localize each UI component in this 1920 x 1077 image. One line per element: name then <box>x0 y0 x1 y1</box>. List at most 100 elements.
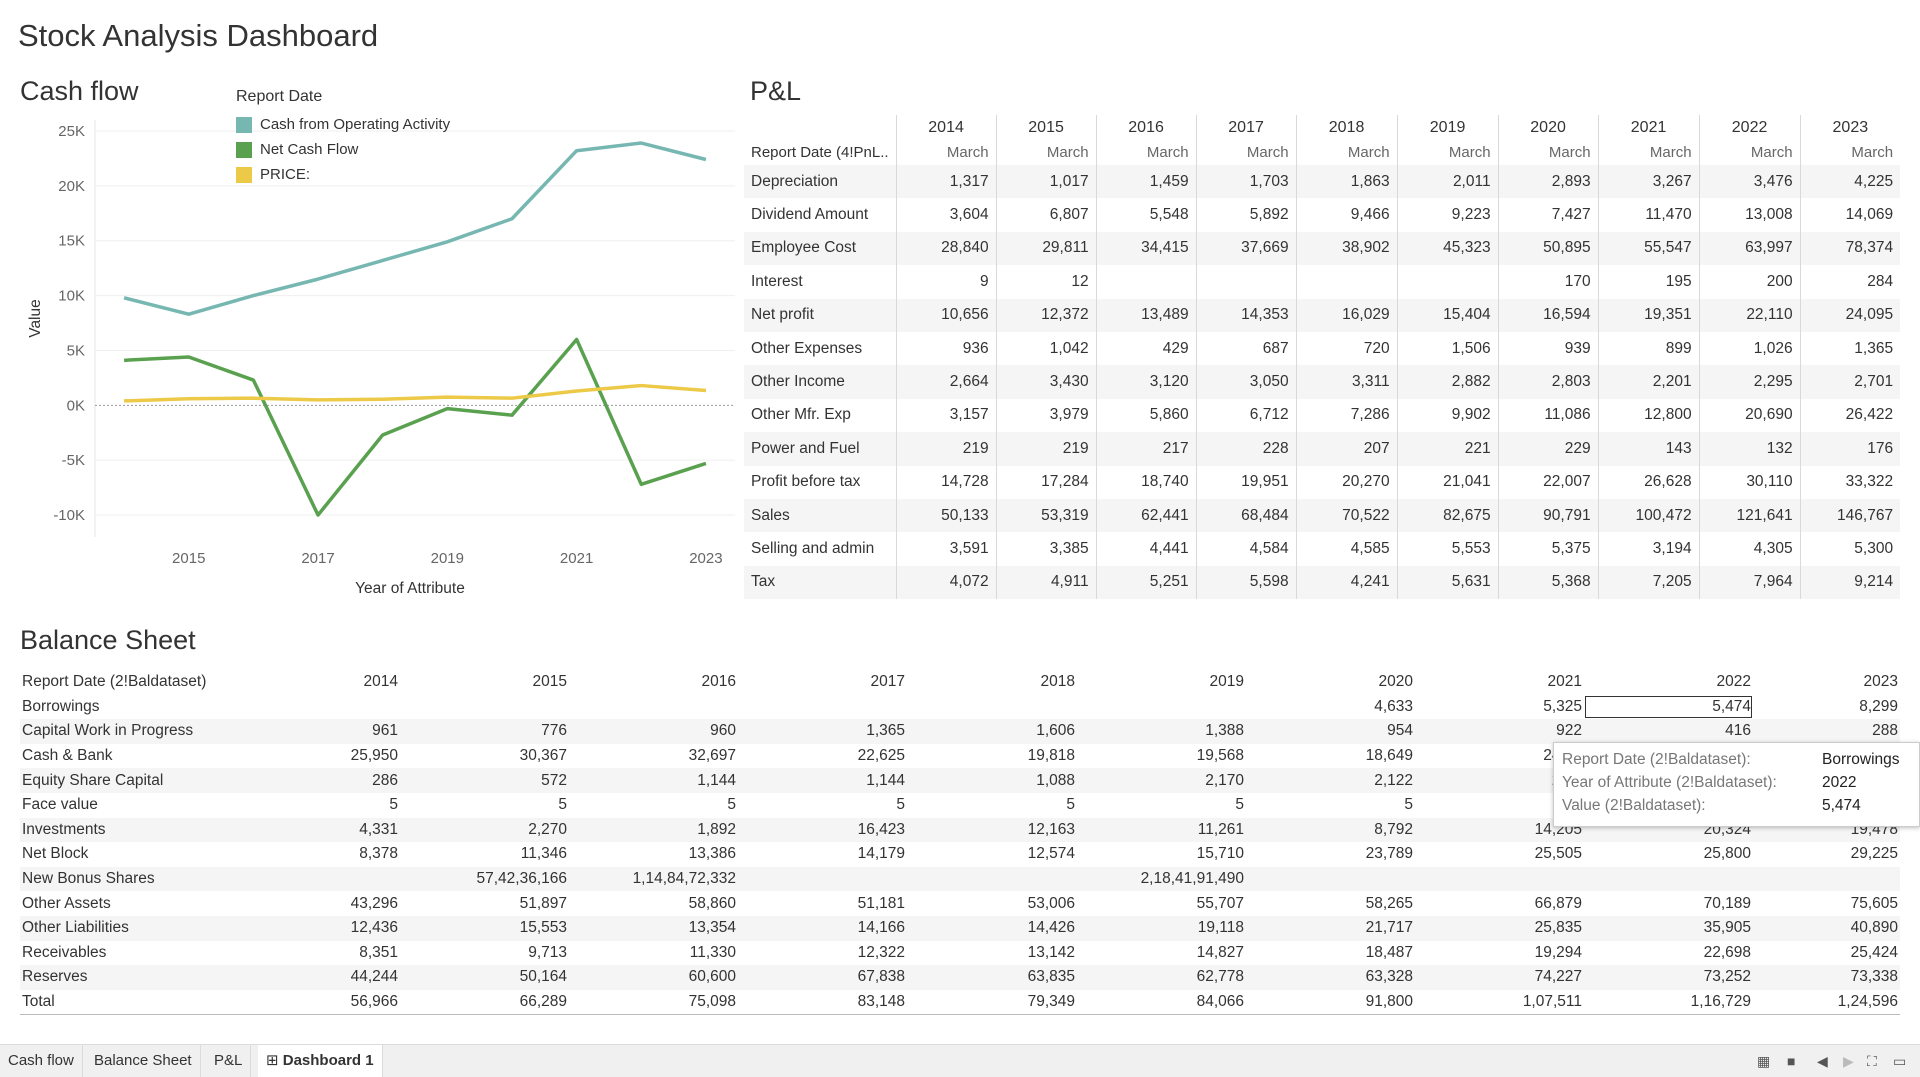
bs-cell[interactable] <box>220 866 400 892</box>
bs-cell[interactable] <box>1077 695 1246 720</box>
pl-cell[interactable]: 50,895 <box>1497 231 1599 266</box>
pl-row-label[interactable]: Profit before tax <box>744 465 897 499</box>
bs-cell[interactable]: 44,244 <box>220 965 400 990</box>
series-line[interactable] <box>124 337 707 517</box>
bs-cell[interactable]: 25,800 <box>1584 842 1753 867</box>
pl-month-header[interactable]: March <box>1396 140 1499 165</box>
bs-cell[interactable]: 12,322 <box>738 941 907 966</box>
pl-cell[interactable]: 1,042 <box>995 331 1097 366</box>
bs-cell[interactable]: 32,697 <box>569 744 738 769</box>
bs-cell[interactable]: 57,42,36,166 <box>400 866 569 892</box>
bs-cell[interactable]: 22,698 <box>1584 941 1753 966</box>
bs-cell[interactable]: 1,365 <box>738 719 907 744</box>
pl-cell[interactable]: 5,598 <box>1195 565 1297 600</box>
pl-cell[interactable]: 5,631 <box>1396 565 1499 600</box>
bs-cell[interactable]: 776 <box>400 719 569 744</box>
bs-row-label[interactable]: Equity Share Capital <box>20 768 220 793</box>
bs-cell[interactable]: 1,144 <box>738 768 907 793</box>
pl-cell[interactable]: 6,712 <box>1195 398 1297 433</box>
pl-cell[interactable]: 20,270 <box>1295 465 1398 499</box>
pl-row-label[interactable]: Sales <box>744 498 897 533</box>
pl-year-header[interactable]: 2016 <box>1095 115 1197 140</box>
pl-cell[interactable]: 9,902 <box>1396 398 1499 433</box>
bs-cell[interactable]: 12,574 <box>907 842 1077 867</box>
bs-cell[interactable]: 29,225 <box>1753 842 1900 867</box>
pl-year-header[interactable]: 2018 <box>1295 115 1398 140</box>
bs-cell[interactable]: 1,24,596 <box>1753 989 1900 1016</box>
bs-row-label[interactable]: Other Liabilities <box>20 915 220 941</box>
bs-cell[interactable]: 19,818 <box>907 744 1077 769</box>
legend-item[interactable]: PRICE: <box>236 162 450 187</box>
pl-cell[interactable]: 5,548 <box>1095 198 1197 232</box>
bs-cell[interactable]: 11,330 <box>569 941 738 966</box>
pl-cell[interactable]: 12,372 <box>995 298 1097 332</box>
pl-year-header[interactable]: 2019 <box>1396 115 1499 140</box>
pl-cell[interactable]: 5,860 <box>1095 398 1197 433</box>
bs-cell[interactable]: 1,144 <box>569 768 738 793</box>
bs-year-header[interactable]: 2017 <box>738 670 907 695</box>
pl-year-header[interactable]: 2020 <box>1497 115 1599 140</box>
bs-cell[interactable]: 70,189 <box>1584 891 1753 916</box>
pl-cell[interactable]: 3,267 <box>1597 165 1700 199</box>
bs-row-label[interactable]: Total <box>20 989 220 1016</box>
pl-row-label[interactable]: Dividend Amount <box>744 198 897 232</box>
bs-year-header[interactable]: 2020 <box>1246 670 1415 695</box>
pl-cell[interactable]: 1,506 <box>1396 331 1499 366</box>
pl-cell[interactable]: 3,311 <box>1295 365 1398 399</box>
pl-cell[interactable]: 7,427 <box>1497 198 1599 232</box>
bs-cell[interactable]: 16,423 <box>738 817 907 843</box>
pl-cell[interactable]: 7,205 <box>1597 565 1700 600</box>
bs-cell[interactable]: 25,950 <box>220 744 400 769</box>
bs-cell[interactable]: 11,261 <box>1077 817 1246 843</box>
pl-cell[interactable]: 2,011 <box>1396 165 1499 199</box>
pl-cell[interactable] <box>1295 265 1398 299</box>
pl-cell[interactable]: 1,026 <box>1698 331 1801 366</box>
fit-screen-icon[interactable]: ⛶ <box>1867 1053 1877 1070</box>
pl-cell[interactable]: 68,484 <box>1195 498 1297 533</box>
pl-cell[interactable]: 200 <box>1698 265 1801 299</box>
bs-cell[interactable]: 13,386 <box>569 842 738 867</box>
pl-cell[interactable]: 284 <box>1799 265 1901 299</box>
pl-cell[interactable]: 5,892 <box>1195 198 1297 232</box>
pl-month-header[interactable]: March <box>1799 140 1901 165</box>
tab-dashboard-1[interactable]: ⊞ Dashboard 1 <box>258 1045 383 1077</box>
pl-cell[interactable]: 2,882 <box>1396 365 1499 399</box>
pl-cell[interactable]: 70,522 <box>1295 498 1398 533</box>
pl-cell[interactable]: 9,466 <box>1295 198 1398 232</box>
pl-cell[interactable]: 3,194 <box>1597 532 1700 566</box>
bs-row-label[interactable]: Other Assets <box>20 891 220 916</box>
bs-cell[interactable]: 53,006 <box>907 891 1077 916</box>
bs-cell[interactable]: 21,717 <box>1246 915 1415 941</box>
tab-cash-flow[interactable]: Cash flow <box>0 1045 83 1077</box>
pl-row-label[interactable]: Employee Cost <box>744 231 897 266</box>
legend-item[interactable]: Net Cash Flow <box>236 137 450 162</box>
pl-cell[interactable]: 195 <box>1597 265 1700 299</box>
bs-cell[interactable] <box>1415 866 1584 892</box>
bs-cell[interactable]: 12,163 <box>907 817 1077 843</box>
bs-cell[interactable]: 51,897 <box>400 891 569 916</box>
pl-cell[interactable]: 78,374 <box>1799 231 1901 266</box>
bs-cell[interactable]: 58,265 <box>1246 891 1415 916</box>
bs-year-header[interactable]: 2023 <box>1753 670 1900 695</box>
bs-cell[interactable]: 5 <box>738 793 907 818</box>
pl-cell[interactable]: 5,251 <box>1095 565 1197 600</box>
bs-cell[interactable]: 1,088 <box>907 768 1077 793</box>
pl-cell[interactable]: 3,979 <box>995 398 1097 433</box>
pl-cell[interactable]: 132 <box>1698 432 1801 466</box>
pl-cell[interactable]: 38,902 <box>1295 231 1398 266</box>
bs-cell[interactable]: 63,835 <box>907 965 1077 990</box>
pl-cell[interactable]: 26,628 <box>1597 465 1700 499</box>
pl-cell[interactable]: 55,547 <box>1597 231 1700 266</box>
pl-row-label[interactable]: Other Mfr. Exp <box>744 398 897 433</box>
pl-cell[interactable]: 1,017 <box>995 165 1097 199</box>
pl-cell[interactable]: 28,840 <box>895 231 997 266</box>
bs-cell[interactable]: 75,605 <box>1753 891 1900 916</box>
bs-row-label[interactable]: Cash & Bank <box>20 744 220 769</box>
pl-cell[interactable]: 30,110 <box>1698 465 1801 499</box>
pl-cell[interactable]: 1,365 <box>1799 331 1901 366</box>
pl-month-header[interactable]: March <box>1095 140 1197 165</box>
bs-cell[interactable]: 23,789 <box>1246 842 1415 867</box>
pl-cell[interactable]: 9,214 <box>1799 565 1901 600</box>
pl-cell[interactable]: 4,305 <box>1698 532 1801 566</box>
bs-cell[interactable]: 35,905 <box>1584 915 1753 941</box>
